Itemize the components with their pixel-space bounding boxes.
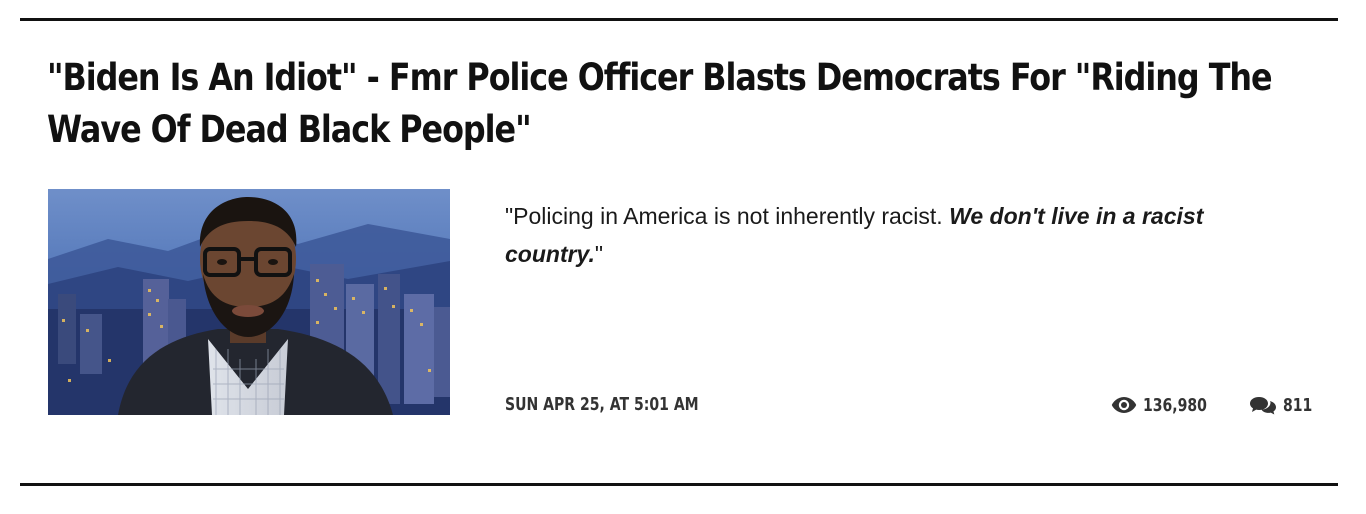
article-card: "Biden Is An Idiot" - Fmr Police Officer…: [0, 0, 1366, 514]
comments-icon: [1249, 395, 1277, 415]
article-thumbnail[interactable]: [48, 189, 450, 415]
article-headline[interactable]: "Biden Is An Idiot" - Fmr Police Officer…: [47, 52, 1311, 156]
excerpt-tail: ": [594, 241, 604, 267]
eye-icon: [1111, 396, 1137, 414]
view-count-value: 136,980: [1143, 394, 1207, 416]
comment-count[interactable]: 811: [1249, 392, 1321, 418]
view-count: 136,980: [1111, 392, 1225, 418]
publish-date: SUN APR 25, AT 5:01 AM: [505, 394, 699, 415]
comment-count-value: 811: [1283, 394, 1313, 416]
bottom-divider: [20, 483, 1338, 486]
excerpt-lead: "Policing in America is not inherently r…: [505, 203, 950, 229]
article-excerpt: "Policing in America is not inherently r…: [505, 197, 1295, 273]
top-divider: [20, 18, 1338, 21]
